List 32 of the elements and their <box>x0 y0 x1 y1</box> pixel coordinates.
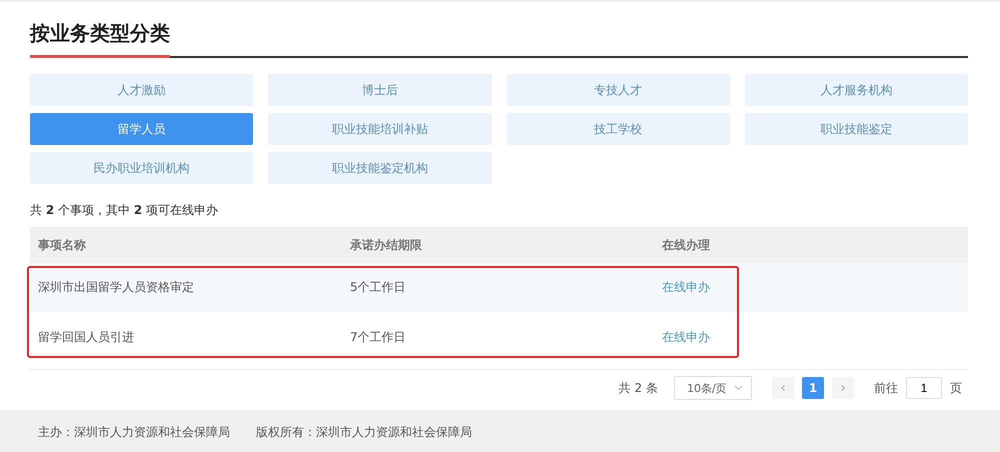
column-header: 事项名称 <box>37 236 87 254</box>
prev-page-button[interactable]: ‹ <box>772 377 794 399</box>
category-tab[interactable]: 职业技能鉴定机构 <box>268 152 492 184</box>
table-cell-text: 5个工作日 <box>349 279 407 296</box>
category-tab[interactable]: 人才激励 <box>30 74 254 106</box>
total-count: 共 2 条 <box>618 380 658 396</box>
column-header: 承诺办结期限 <box>348 236 423 254</box>
summary-text: 共 2 个事项，其中 2 项可在线申办 <box>30 202 220 219</box>
footer-text: 主办：深圳市人力资源和社会保障局 <box>38 424 230 441</box>
category-tab[interactable]: 专技人才 <box>506 74 730 106</box>
table-cell-text: 7个工作日 <box>349 329 407 346</box>
category-tab[interactable]: 民办职业培训机构 <box>30 152 254 184</box>
column-header: 在线办理 <box>660 236 711 254</box>
goto-label: 前往 <box>874 380 898 396</box>
section-title: 按业务类型分类 <box>30 20 170 58</box>
chevron-down-icon <box>734 385 743 391</box>
table-cell-text: 深圳市出国留学人员资格审定 <box>37 279 195 296</box>
page-size-select[interactable]: 10条/页 <box>674 376 752 400</box>
apply-link[interactable]: 在线申办 <box>662 280 710 294</box>
apply-link[interactable]: 在线申办 <box>662 330 710 344</box>
table-cell-text: 留学回国人员引进 <box>37 329 135 346</box>
category-tab[interactable]: 职业技能培训补贴 <box>268 113 492 145</box>
page-unit: 页 <box>950 380 962 396</box>
next-page-button[interactable]: › <box>832 377 854 399</box>
category-tab[interactable]: 职业技能鉴定 <box>744 113 968 145</box>
category-tab[interactable]: 技工学校 <box>506 113 730 145</box>
page-number[interactable]: 1 <box>802 377 824 399</box>
footer-text: 版权所有：深圳市人力资源和社会保障局 <box>256 424 472 441</box>
category-tab[interactable]: 博士后 <box>268 74 492 106</box>
category-tab[interactable]: 人才服务机构 <box>744 74 968 106</box>
category-tab[interactable]: 留学人员 <box>30 113 254 145</box>
goto-page-field[interactable]: 1 <box>906 377 942 399</box>
